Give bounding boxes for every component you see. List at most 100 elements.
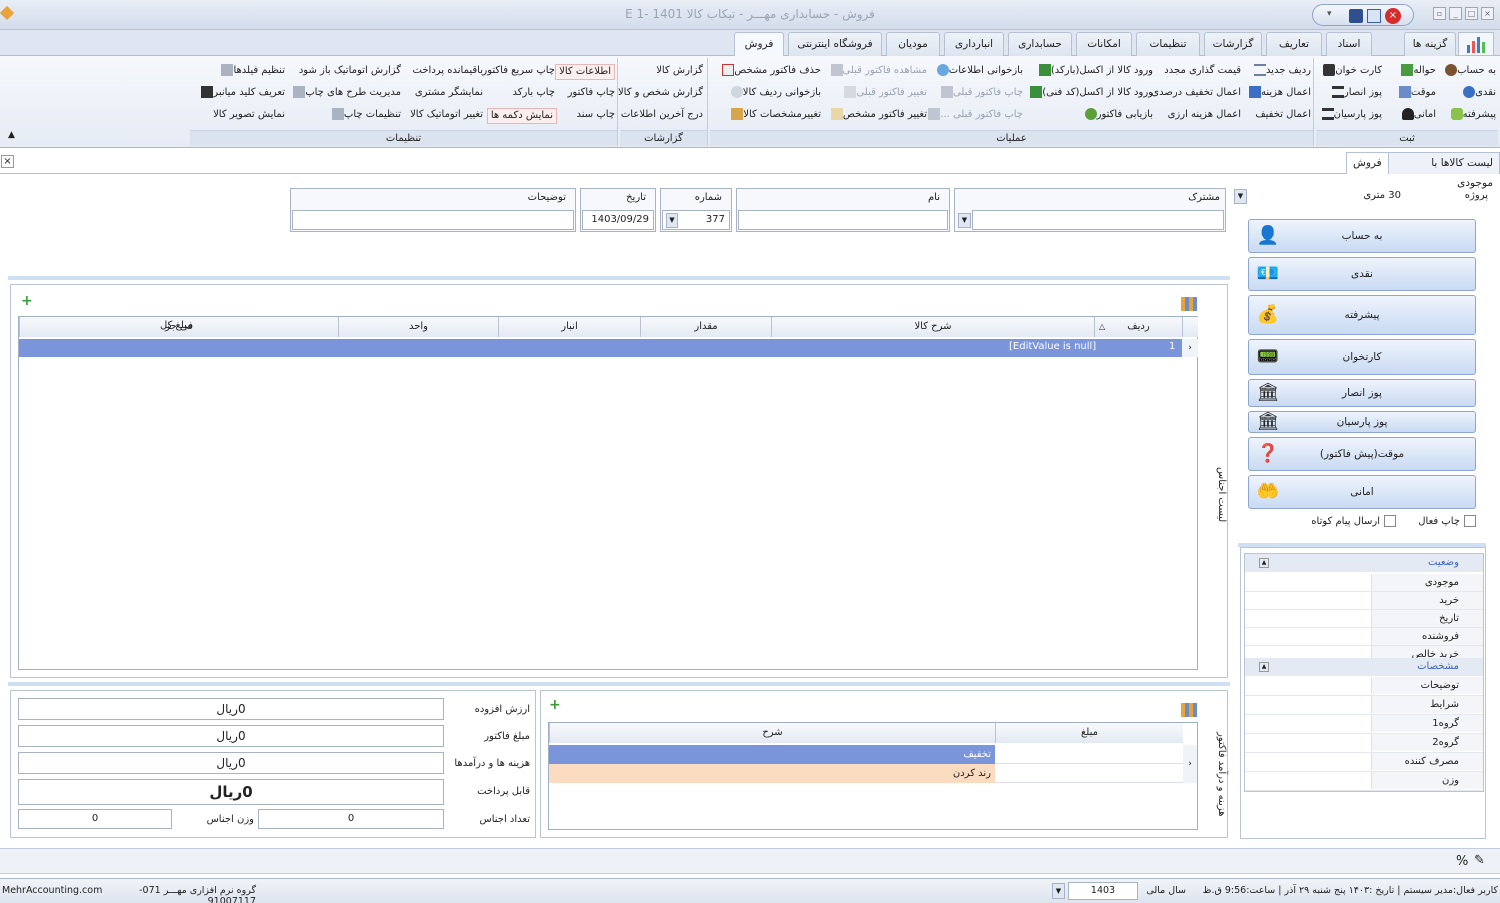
ribbon-trust[interactable]: امانی bbox=[1399, 108, 1436, 124]
ribbon-print-invoice[interactable]: چاپ فاکتور bbox=[568, 86, 615, 102]
col-description[interactable]: شرح bbox=[549, 723, 995, 743]
minimize-icon[interactable]: _ bbox=[1449, 7, 1462, 20]
ribbon-change-previous[interactable]: تغییر فاکتور قبلی bbox=[841, 86, 927, 102]
app-logo-icon[interactable] bbox=[1458, 32, 1494, 56]
col-quantity[interactable]: مقدار bbox=[640, 317, 771, 337]
ribbon-person-item-report[interactable]: گزارش شخص و کالا bbox=[618, 86, 703, 102]
tab-documents[interactable]: اسناد bbox=[1326, 32, 1372, 56]
ribbon-print-settings[interactable]: تنظیمات چاپ bbox=[329, 108, 401, 124]
ribbon-apply-cost[interactable]: اعمال هزینه bbox=[1246, 86, 1311, 102]
ribbon-import-excel-barcode[interactable]: ورود کالا از اکسل(بارکد) bbox=[1036, 64, 1153, 80]
exit-icon[interactable]: × bbox=[1385, 8, 1401, 24]
ribbon-transfer[interactable]: حواله bbox=[1398, 64, 1436, 80]
pay-to-account-button[interactable]: 👤 به حساب bbox=[1248, 219, 1476, 253]
project-select[interactable]: 30 متری bbox=[1250, 186, 1406, 206]
ribbon-reprice[interactable]: قیمت گذاری مجدد bbox=[1164, 64, 1241, 80]
tab-sale-doc[interactable]: فروش bbox=[1346, 152, 1389, 174]
restore-icon[interactable]: ▫ bbox=[1433, 7, 1446, 20]
grid-customize-icon[interactable] bbox=[1181, 703, 1197, 717]
name-input[interactable] bbox=[738, 210, 948, 230]
ribbon-auto-report[interactable]: گزارش اتوماتیک باز شود bbox=[299, 64, 401, 80]
ribbon-pos-ansar[interactable]: پوز انصار bbox=[1329, 86, 1382, 102]
ribbon-field-settings[interactable]: تنظیم فیلدها bbox=[218, 64, 285, 80]
ribbon-delete-invoice[interactable]: حذف فاکتور مشخص bbox=[719, 64, 821, 80]
close-window-icon[interactable]: × bbox=[1481, 7, 1494, 20]
tab-item-list[interactable]: لیست کالاها با موجودی bbox=[1388, 152, 1500, 189]
col-amount[interactable]: مبلغ bbox=[995, 723, 1183, 743]
cost-amount-cell[interactable] bbox=[995, 745, 1183, 764]
print-active-checkbox[interactable] bbox=[1464, 515, 1476, 527]
ribbon-reload-row[interactable]: بازخوانی ردیف کالا bbox=[728, 86, 821, 102]
customer-dropdown-icon[interactable]: ▼ bbox=[958, 213, 971, 228]
save-icon[interactable] bbox=[1349, 9, 1363, 23]
ribbon-reload-info[interactable]: بازخوانی اطلاعات bbox=[934, 64, 1023, 80]
tab-accounting[interactable]: حسابداری bbox=[1008, 32, 1072, 56]
cost-amount-cell[interactable] bbox=[995, 764, 1183, 783]
collapse-icon[interactable]: ▲ bbox=[1259, 558, 1269, 568]
ribbon-advanced[interactable]: پیشرفته bbox=[1448, 108, 1496, 124]
col-unit[interactable]: واحد bbox=[338, 317, 498, 337]
new-window-icon[interactable] bbox=[1367, 9, 1381, 23]
collapse-ribbon-icon[interactable]: ▲ bbox=[8, 130, 15, 140]
col-description[interactable]: شرح کالا bbox=[771, 317, 1094, 337]
ribbon-print-previous[interactable]: چاپ فاکتور قبلی bbox=[938, 86, 1023, 102]
col-row[interactable]: ردیف △ bbox=[1094, 317, 1182, 337]
collapse-icon[interactable]: ▲ bbox=[1259, 662, 1269, 672]
add-cost-icon[interactable]: + bbox=[549, 697, 561, 713]
col-warehouse[interactable]: انبار bbox=[498, 317, 640, 337]
cost-grid[interactable]: مبلغ شرح تخفیف رند کردن › bbox=[548, 722, 1198, 830]
ribbon-temporary[interactable]: موقت bbox=[1396, 86, 1436, 102]
ribbon-print-barcode[interactable]: چاپ بارکد bbox=[513, 86, 556, 102]
number-dropdown-icon[interactable]: ▼ bbox=[666, 213, 678, 228]
tab-facilities[interactable]: امکانات bbox=[1076, 32, 1132, 56]
pay-card-reader-button[interactable]: 📟 کارتخوان bbox=[1248, 339, 1476, 375]
ribbon-change-item-specs[interactable]: تغییرمشخصات کالا bbox=[728, 108, 821, 124]
ribbon-import-excel-code[interactable]: ورود کالا از اکسل(کد فنی) bbox=[1027, 86, 1153, 102]
tab-sales[interactable]: فروش bbox=[734, 32, 784, 57]
description-input[interactable] bbox=[292, 210, 574, 230]
cost-row-rounding[interactable]: رند کردن bbox=[549, 764, 995, 783]
ribbon-to-account[interactable]: به حساب bbox=[1442, 64, 1496, 80]
ribbon-auto-change-item[interactable]: تغییر اتوماتیک کالا bbox=[410, 108, 483, 124]
pay-trust-button[interactable]: 🤲 امانی bbox=[1248, 475, 1476, 509]
items-grid[interactable]: ردیف △ شرح کالا مقدار انبار واحد فی جز › … bbox=[18, 316, 1198, 670]
ribbon-quick-print[interactable]: چاپ سریع فاکتور bbox=[482, 64, 555, 80]
tab-warehouse[interactable]: انبارداری bbox=[944, 32, 1004, 56]
status-header[interactable]: وضعیت bbox=[1245, 554, 1483, 572]
maximize-icon[interactable]: □ bbox=[1465, 7, 1478, 20]
wrench-icon[interactable]: ✎ bbox=[1474, 853, 1485, 868]
pay-pos-ansar-button[interactable]: 🏛 پوز انصار bbox=[1248, 379, 1476, 407]
ribbon-remaining-payment[interactable]: باقیمانده پرداخت bbox=[413, 64, 483, 80]
tab-settings[interactable]: تنظیمات bbox=[1136, 32, 1200, 56]
splitter[interactable] bbox=[8, 682, 1230, 686]
grid-customize-icon[interactable] bbox=[1181, 297, 1197, 311]
ribbon-customer-display[interactable]: نمایشگر مشتری bbox=[415, 86, 483, 102]
ribbon-new-row[interactable]: ردیف جدید bbox=[1251, 64, 1311, 80]
ribbon-change-specific[interactable]: تغییر فاکتور مشخص bbox=[828, 108, 927, 124]
pay-advanced-button[interactable]: 💰 پیشرفته bbox=[1248, 295, 1476, 335]
ribbon-cash[interactable]: نقدی bbox=[1460, 86, 1496, 102]
tab-reports[interactable]: گزارشات bbox=[1204, 32, 1262, 56]
tab-online-shop[interactable]: فروشگاه اینترنتی bbox=[788, 32, 882, 56]
ribbon-restore-invoice[interactable]: بازیابی فاکتور bbox=[1082, 108, 1153, 124]
ribbon-discount[interactable]: اعمال تخفیف bbox=[1255, 108, 1311, 124]
project-dropdown-icon[interactable]: ▼ bbox=[1234, 189, 1247, 204]
website-link[interactable]: MehrAccounting.com bbox=[2, 885, 102, 896]
ribbon-item-report[interactable]: گزارش کالا bbox=[656, 64, 703, 80]
ribbon-insert-last-info[interactable]: درج آخرین اطلاعات bbox=[621, 108, 703, 124]
ribbon-print-doc[interactable]: چاپ سند bbox=[577, 108, 615, 124]
splitter[interactable] bbox=[1238, 543, 1486, 547]
ribbon-print-designs[interactable]: مدیریت طرح های چاپ bbox=[290, 86, 401, 102]
ribbon-item-info[interactable]: اطلاعات کالا bbox=[555, 64, 615, 80]
ribbon-print-previous-more[interactable]: چاپ فاکتور قبلی ... bbox=[925, 108, 1023, 124]
pay-cash-button[interactable]: 💶 نقدی bbox=[1248, 257, 1476, 291]
tab-definitions[interactable]: تعاریف bbox=[1266, 32, 1322, 56]
close-tab-icon[interactable]: × bbox=[1, 155, 14, 168]
add-item-icon[interactable]: + bbox=[21, 293, 33, 309]
customer-input[interactable] bbox=[972, 210, 1224, 230]
ribbon-view-previous-invoice[interactable]: مشاهده فاکتور قبلی bbox=[828, 64, 927, 80]
cost-row-discount[interactable]: تخفیف bbox=[549, 745, 995, 764]
splitter[interactable] bbox=[8, 276, 1230, 280]
date-input[interactable]: 1403/09/29 bbox=[582, 210, 654, 230]
ribbon-pos-parsian[interactable]: پوز پارسیان bbox=[1319, 108, 1382, 124]
